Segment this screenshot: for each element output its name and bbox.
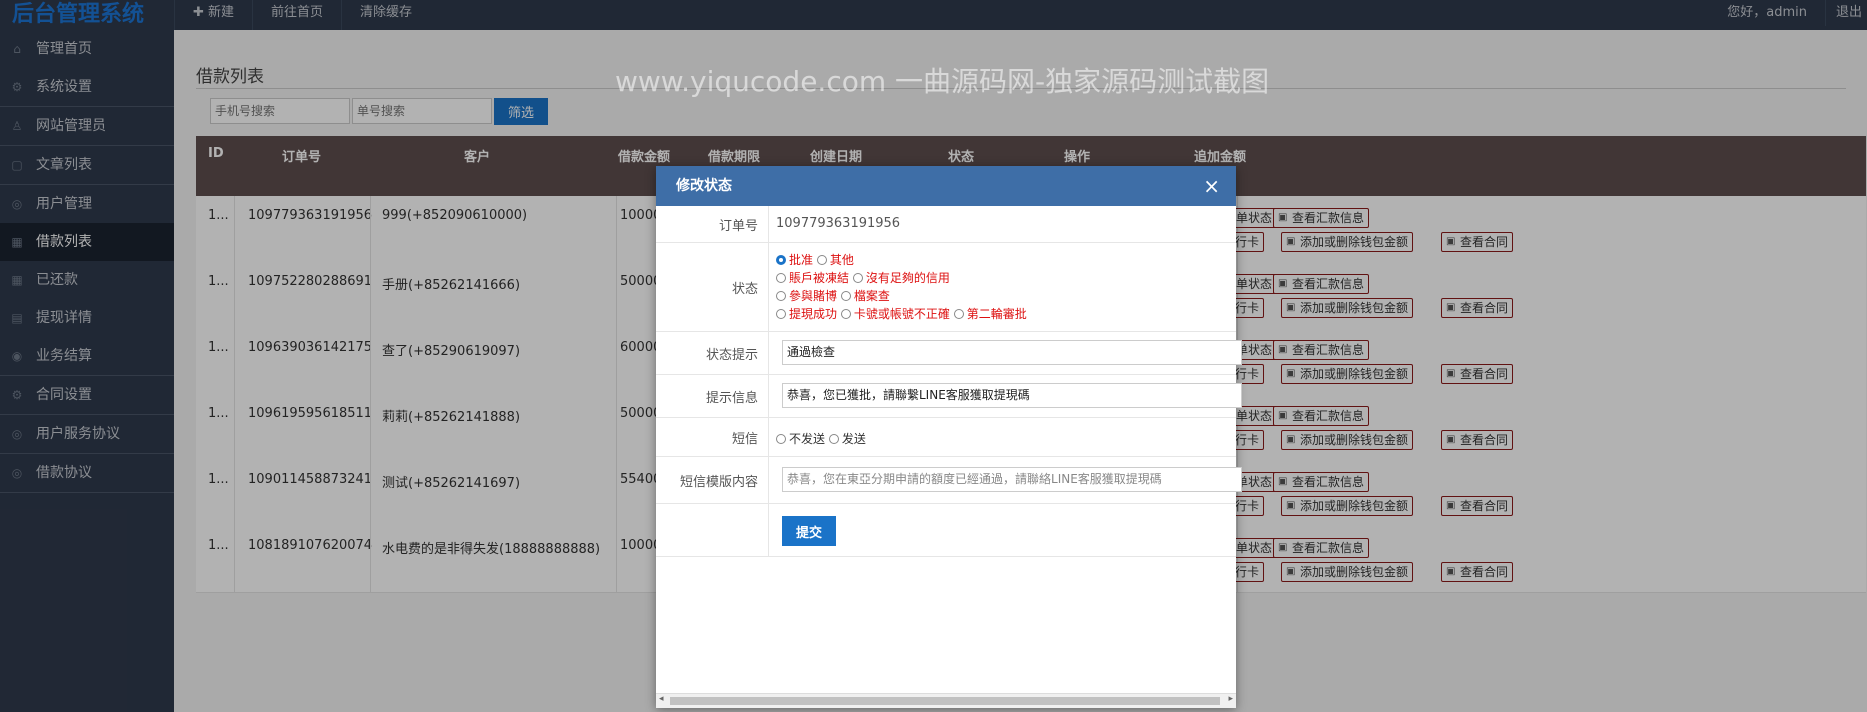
hint-label: 状态提示: [656, 332, 769, 374]
scrollbar-thumb[interactable]: [670, 697, 1220, 705]
status-radio-gambling[interactable]: [776, 291, 786, 301]
edit-status-modal: 修改状态 × 订单号 109779363191956 状态 批准 其他 賬戶被凍…: [656, 166, 1242, 708]
status-hint-input[interactable]: 通過檢查: [782, 340, 1242, 365]
status-option-label: 提現成功: [789, 307, 838, 321]
status-radio-file-check[interactable]: [840, 291, 851, 301]
template-label: 短信模版内容: [656, 457, 769, 503]
status-row: 状态 批准 其他 賬戶被凍結 沒有足夠的信用 參與賭博 檔案查 提現成功 卡號或…: [656, 243, 1236, 332]
order-row: 订单号 109779363191956: [656, 206, 1236, 243]
info-row: 提示信息 恭喜，您已獲批，請聯繫LINE客服獲取提現碼: [656, 375, 1242, 418]
info-label: 提示信息: [656, 375, 769, 417]
scroll-left-icon[interactable]: ◂: [659, 694, 664, 704]
modal-title: 修改状态: [676, 178, 732, 194]
scroll-right-icon[interactable]: ▸: [1228, 694, 1233, 704]
status-radio-other[interactable]: [816, 255, 827, 265]
status-option-label: 沒有足夠的信用: [865, 271, 950, 285]
order-value: 109779363191956: [776, 216, 901, 231]
order-label: 订单号: [656, 206, 769, 242]
sms-label: 短信: [656, 418, 769, 456]
close-icon[interactable]: ×: [1203, 166, 1220, 206]
sms-option-label: 发送: [841, 432, 866, 446]
status-radio-group: 批准 其他 賬戶被凍結 沒有足夠的信用 參與賭博 檔案查 提現成功 卡號或帳號不…: [776, 251, 1027, 323]
status-radio-no-credit[interactable]: [852, 273, 863, 283]
modal-header: 修改状态 ×: [656, 166, 1236, 206]
sms-template-input[interactable]: 恭喜，您在東亞分期申請的額度已經通過，請聯絡LINE客服獲取提現碼: [782, 467, 1242, 492]
sms-option-label: 不发送: [789, 432, 826, 446]
submit-button[interactable]: 提交: [782, 516, 836, 546]
submit-label-spacer: [656, 504, 769, 556]
status-radio-wrong-card[interactable]: [840, 309, 851, 319]
status-option-label: 其他: [829, 253, 854, 267]
submit-row: 提交: [656, 504, 1236, 557]
status-option-label: 卡號或帳號不正確: [853, 307, 950, 321]
template-row: 短信模版内容 恭喜，您在東亞分期申請的額度已經通過，請聯絡LINE客服獲取提現碼: [656, 457, 1242, 504]
status-radio-second-review[interactable]: [953, 309, 964, 319]
status-label: 状态: [656, 243, 769, 331]
info-message-input[interactable]: 恭喜，您已獲批，請聯繫LINE客服獲取提現碼: [782, 383, 1242, 408]
status-radio-withdraw-success[interactable]: [776, 309, 786, 319]
status-option-label: 參與賭博: [789, 289, 838, 303]
status-radio-frozen[interactable]: [776, 273, 786, 283]
watermark: www.yiqucode.com 一曲源码网-独家源码测试截图: [615, 65, 1270, 98]
status-option-label: 批准: [789, 253, 814, 267]
status-option-label: 第二輪審批: [966, 307, 1027, 321]
status-radio-approve[interactable]: [776, 255, 786, 265]
sms-row: 短信 不发送 发送: [656, 418, 1236, 457]
status-option-label: 檔案查: [853, 289, 890, 303]
sms-radio-group: 不发送 发送: [776, 430, 866, 447]
horizontal-scrollbar[interactable]: ◂ ▸: [656, 693, 1236, 708]
sms-radio-no-send[interactable]: [776, 434, 786, 444]
sms-radio-send[interactable]: [828, 434, 839, 444]
hint-row: 状态提示 通過檢查: [656, 332, 1242, 375]
status-option-label: 賬戶被凍結: [789, 271, 850, 285]
